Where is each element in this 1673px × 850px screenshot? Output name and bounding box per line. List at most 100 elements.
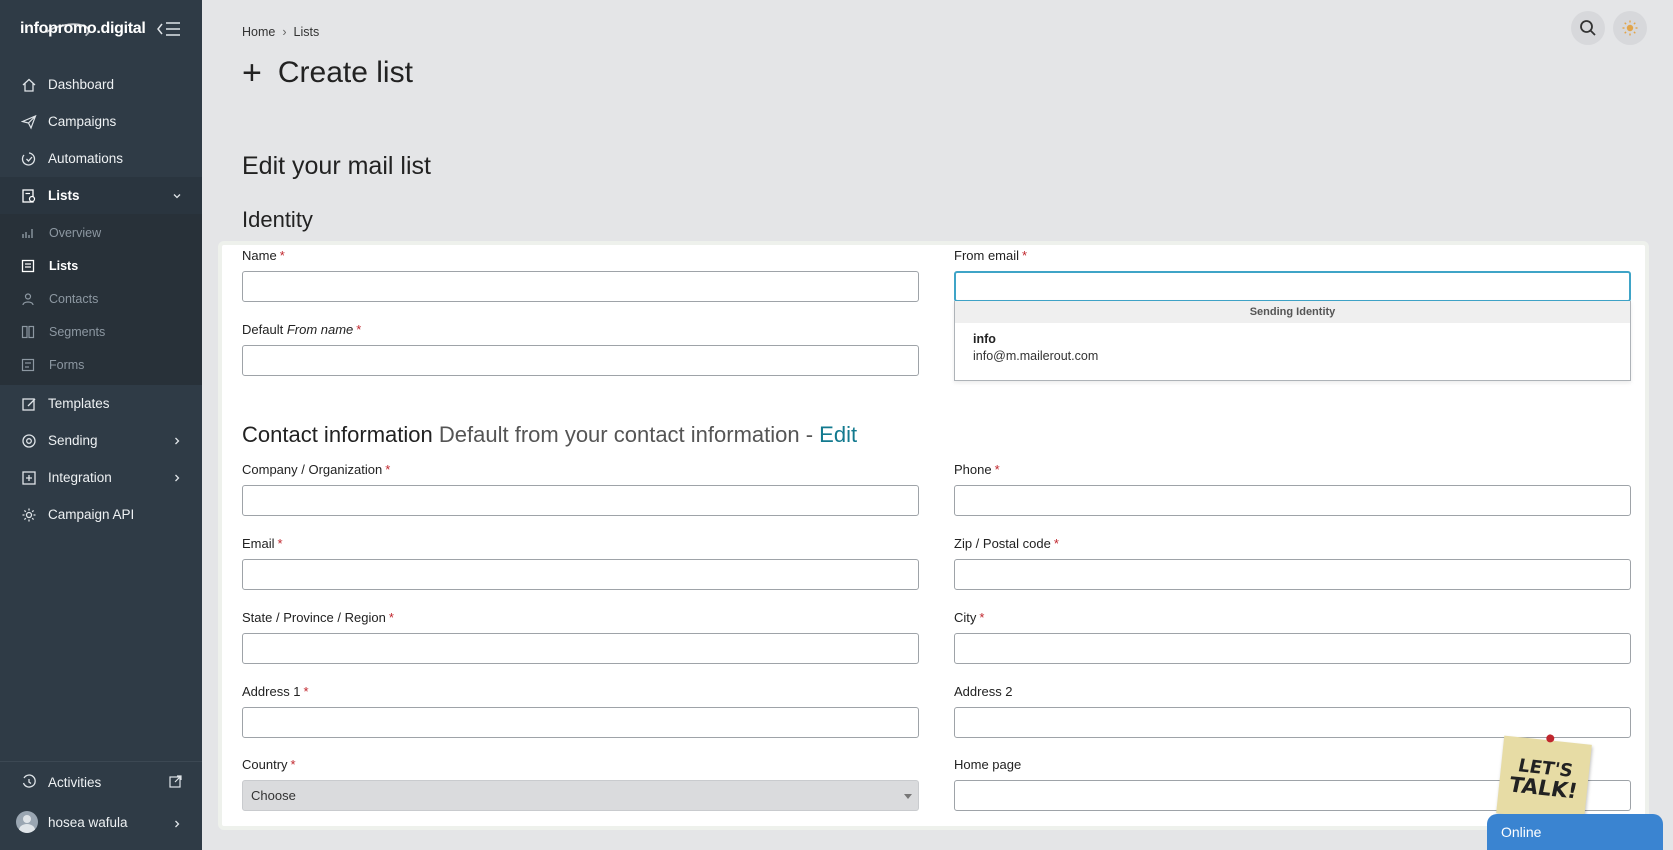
name-label: Name * <box>242 248 285 263</box>
phone-input[interactable] <box>954 485 1631 516</box>
sidebar-subitem-segments[interactable]: Segments <box>0 315 202 348</box>
sidebar-subitem-lists[interactable]: Lists <box>0 249 202 282</box>
dropdown-group-header: Sending Identity <box>955 301 1630 323</box>
chevron-right-icon <box>172 434 182 449</box>
sidebar-item-integration[interactable]: Integration <box>0 459 202 496</box>
homepage-label: Home page <box>954 757 1022 772</box>
app-logo[interactable]: infopromo.digital <box>20 19 146 49</box>
company-label: Company / Organization * <box>242 462 391 477</box>
gear-icon <box>20 506 38 524</box>
sidebar-item-label: Campaigns <box>48 114 117 129</box>
template-icon <box>20 395 38 413</box>
history-icon <box>20 773 38 791</box>
sidebar-item-label: Activities <box>48 774 102 790</box>
sidebar-subitem-label: Forms <box>49 357 85 372</box>
list-icon <box>20 258 36 274</box>
user-name: hosea wafula <box>48 814 128 830</box>
page-title: + Create list <box>242 56 413 90</box>
option-name: info <box>973 332 996 346</box>
sending-identity-option[interactable]: info info@m.mailerout.com <box>955 323 1630 372</box>
sidebar-subitem-forms[interactable]: Forms <box>0 348 202 381</box>
avatar <box>16 811 38 833</box>
company-input[interactable] <box>242 485 919 516</box>
city-input[interactable] <box>954 633 1631 664</box>
search-button[interactable] <box>1571 11 1605 45</box>
sun-icon <box>1622 20 1638 36</box>
address1-label: Address 1 * <box>242 684 309 699</box>
menu-collapse-icon <box>157 22 180 36</box>
sending-identity-dropdown: Sending Identity info info@m.mailerout.c… <box>954 301 1631 381</box>
sidebar-item-label: Templates <box>48 396 110 411</box>
city-label: City * <box>954 610 985 625</box>
chart-icon <box>20 225 36 241</box>
breadcrumb-home-link[interactable]: Home <box>242 25 275 39</box>
country-select[interactable]: Choose <box>242 780 919 811</box>
online-label: Online <box>1501 824 1542 840</box>
list-icon <box>20 187 38 205</box>
from-email-label: From email * <box>954 248 1028 263</box>
sidebar-item-label: Sending <box>48 433 98 448</box>
contact-subtitle: Default from your contact information - <box>438 422 814 447</box>
email-input[interactable] <box>242 559 919 590</box>
sidebar-subitem-overview[interactable]: Overview <box>0 216 202 249</box>
sidebar-item-lists[interactable]: Lists <box>0 177 202 214</box>
sidebar-item-label: Integration <box>48 470 112 485</box>
name-input[interactable] <box>242 271 919 302</box>
edit-contact-link[interactable]: Edit <box>819 422 857 447</box>
option-email: info@m.mailerout.com <box>973 349 1099 363</box>
sidebar-item-label: Automations <box>48 151 124 166</box>
from-email-input[interactable] <box>954 271 1631 302</box>
country-select-value: Choose <box>251 788 296 803</box>
logo-row: infopromo.digital <box>0 0 202 58</box>
sidebar-item-label: Lists <box>48 188 80 203</box>
sidebar-item-automations[interactable]: Automations <box>0 140 202 177</box>
from-name-label: Default From name * <box>242 322 362 337</box>
identity-title: Identity <box>242 207 313 232</box>
sidebar-item-sending[interactable]: Sending <box>0 422 202 459</box>
caret-down-icon <box>904 794 912 799</box>
sidebar-subitem-contacts[interactable]: Contacts <box>0 282 202 315</box>
sidebar-subitem-label: Lists <box>49 258 79 273</box>
plus-icon: + <box>242 54 262 92</box>
contact-title: Contact information <box>242 422 433 447</box>
sending-icon <box>20 432 38 450</box>
integration-icon <box>20 469 38 487</box>
sidebar-subitem-label: Overview <box>49 225 102 240</box>
sidebar-item-templates[interactable]: Templates <box>0 385 202 422</box>
lets-talk-sticker[interactable]: LET'S TALK! <box>1496 734 1592 823</box>
sidebar-subitem-label: Segments <box>49 324 106 339</box>
breadcrumb: Home › Lists <box>242 25 319 39</box>
sidebar-item-label: Campaign API <box>48 507 135 522</box>
address2-label: Address 2 <box>954 684 1013 699</box>
chevron-right-icon <box>172 817 182 832</box>
contact-info-heading: Contact information Default from your co… <box>242 422 857 448</box>
sticker-text-line2: TALK! <box>1506 772 1580 803</box>
address1-input[interactable] <box>242 707 919 738</box>
automation-icon <box>20 150 38 168</box>
sidebar-footer: Activities hosea wafula <box>0 761 202 850</box>
sidebar-subitem-label: Contacts <box>49 291 99 306</box>
sidebar: infopromo.digital Dashboard Campaigns Au… <box>0 0 202 850</box>
collapse-sidebar-button[interactable] <box>156 19 182 39</box>
country-label: Country * <box>242 757 296 772</box>
breadcrumb-separator: › <box>282 25 287 39</box>
chat-online-button[interactable]: Online <box>1487 814 1663 850</box>
form-icon <box>20 357 36 373</box>
external-link-icon[interactable] <box>169 775 182 791</box>
lists-subnav: Overview Lists Contacts Segments Forms <box>0 214 202 385</box>
sidebar-item-activities[interactable]: Activities <box>0 762 202 802</box>
theme-toggle-button[interactable] <box>1613 11 1647 45</box>
chevron-right-icon <box>172 471 182 486</box>
state-input[interactable] <box>242 633 919 664</box>
user-menu[interactable]: hosea wafula <box>0 802 202 842</box>
paper-plane-icon <box>20 113 38 131</box>
state-label: State / Province / Region * <box>242 610 394 625</box>
top-toolbar <box>1571 11 1647 45</box>
sidebar-item-campaign-api[interactable]: Campaign API <box>0 496 202 533</box>
zip-input[interactable] <box>954 559 1631 590</box>
sidebar-item-dashboard[interactable]: Dashboard <box>0 66 202 103</box>
from-name-input[interactable] <box>242 345 919 376</box>
page-title-text: Create list <box>277 56 413 89</box>
address2-input[interactable] <box>954 707 1631 738</box>
sidebar-item-campaigns[interactable]: Campaigns <box>0 103 202 140</box>
